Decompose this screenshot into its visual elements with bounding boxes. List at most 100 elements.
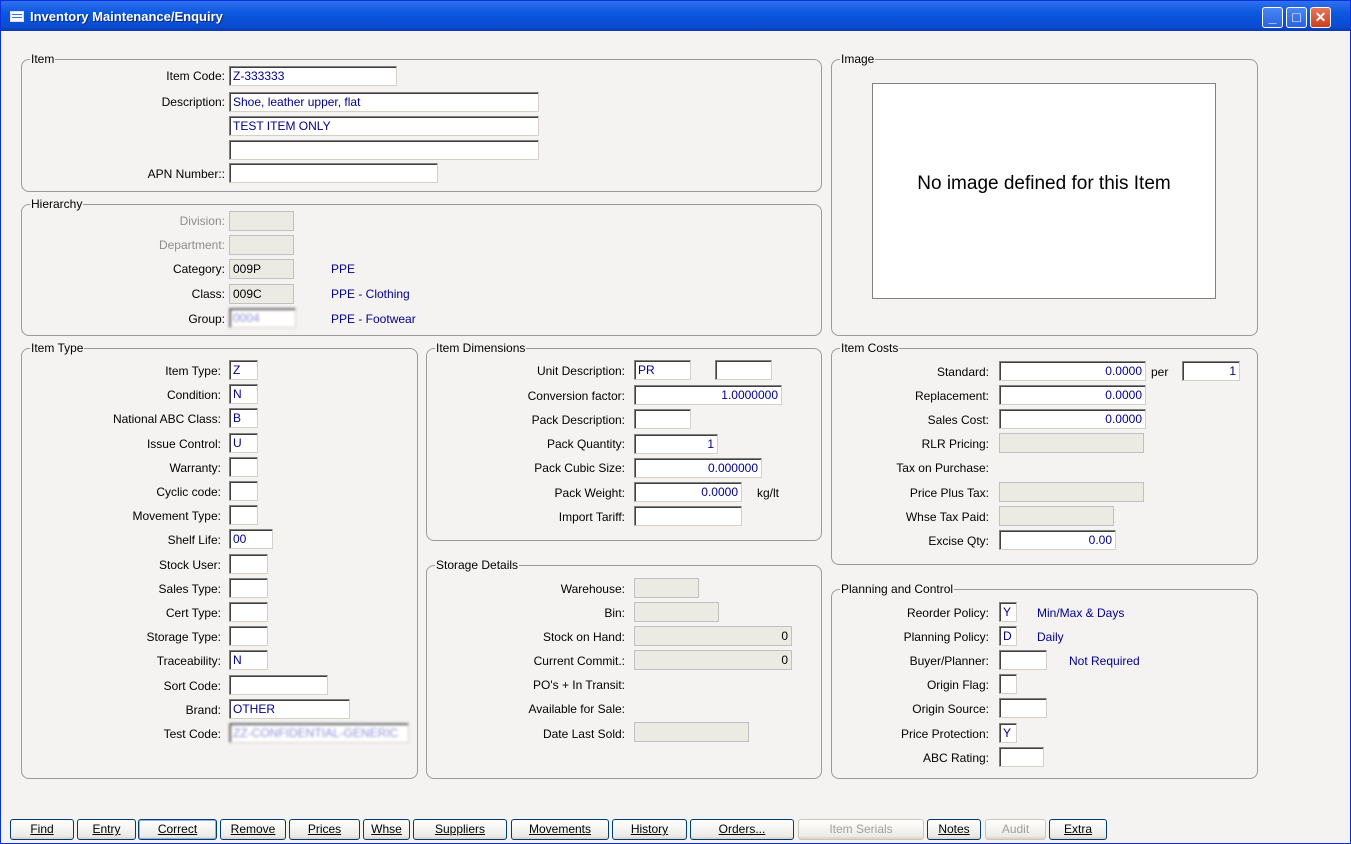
unit-description-label: Unit Description: bbox=[536, 364, 625, 378]
unit-description-field[interactable]: PR bbox=[634, 360, 691, 380]
item-type-row-field[interactable]: Z bbox=[229, 360, 258, 380]
standard-label: Standard: bbox=[936, 365, 989, 379]
group-field[interactable]: 0004 bbox=[229, 308, 296, 328]
price-plus-tax-label: Price Plus Tax: bbox=[909, 486, 989, 500]
item-type-row-field[interactable] bbox=[229, 577, 268, 598]
item-type-row-field[interactable] bbox=[229, 602, 268, 622]
form-icon bbox=[10, 10, 24, 22]
price-plus-tax-field bbox=[999, 482, 1144, 502]
pack-quantity-label: Pack Quantity: bbox=[546, 437, 625, 451]
item-type-row-field[interactable] bbox=[229, 626, 268, 647]
description-line3-field[interactable] bbox=[229, 140, 539, 160]
item-type-row-field[interactable]: 00 bbox=[229, 529, 273, 550]
import-tariff-field[interactable] bbox=[634, 506, 742, 526]
conversion-factor-field[interactable]: 1.0000000 bbox=[634, 385, 782, 405]
description-line1-field[interactable]: Shoe, leather upper, flat bbox=[229, 92, 539, 112]
item-image-area[interactable]: No image defined for this Item bbox=[872, 83, 1216, 299]
item-type-row-label: Issue Control: bbox=[146, 436, 221, 451]
origin-flag-label: Origin Flag: bbox=[926, 678, 989, 692]
orders-button[interactable]: Orders... bbox=[690, 819, 794, 840]
item-type-row-field[interactable]: N bbox=[229, 384, 258, 405]
item-type-row-field[interactable]: B bbox=[229, 408, 258, 429]
pack-weight-label: Pack Weight: bbox=[554, 486, 625, 500]
apn-field[interactable] bbox=[229, 163, 438, 183]
image-legend: Image bbox=[840, 52, 876, 66]
item-code-field[interactable]: Z-333333 bbox=[229, 66, 397, 86]
group-description: PPE - Footwear bbox=[331, 312, 416, 326]
origin-flag-field[interactable] bbox=[999, 674, 1017, 694]
maximize-button[interactable]: □ bbox=[1286, 7, 1307, 28]
remove-button[interactable]: Remove bbox=[220, 819, 286, 840]
item-type-row-field[interactable] bbox=[229, 553, 268, 574]
pack-quantity-field[interactable]: 1 bbox=[634, 434, 718, 454]
pack-description-field[interactable] bbox=[634, 409, 691, 429]
pack-weight-field[interactable]: 0.0000 bbox=[634, 482, 742, 502]
item-type-row-field[interactable] bbox=[229, 456, 258, 477]
item-type-legend: Item Type bbox=[30, 341, 85, 355]
item-type-row-field[interactable]: U bbox=[229, 432, 258, 453]
extra-button[interactable]: Extra bbox=[1049, 819, 1107, 840]
date-last-sold-label: Date Last Sold: bbox=[542, 727, 625, 741]
description-line2-field[interactable]: TEST ITEM ONLY bbox=[229, 116, 539, 136]
item-type-row-label: Storage Type: bbox=[146, 630, 222, 645]
close-icon: ✕ bbox=[1314, 9, 1327, 25]
movements-button[interactable]: Movements bbox=[511, 819, 609, 840]
department-field bbox=[229, 235, 294, 255]
replacement-cost-field[interactable]: 0.0000 bbox=[999, 385, 1146, 405]
excise-qty-field[interactable]: 0.00 bbox=[999, 530, 1116, 550]
bin-field bbox=[634, 602, 719, 622]
unit-description-field-2[interactable] bbox=[715, 360, 772, 380]
per-quantity-field[interactable]: 1 bbox=[1182, 361, 1240, 381]
whse-button[interactable]: Whse bbox=[363, 819, 410, 840]
minimize-button[interactable]: _ bbox=[1262, 7, 1283, 28]
storage-legend: Storage Details bbox=[435, 558, 520, 572]
department-label: Department: bbox=[158, 238, 225, 252]
item-type-row-field[interactable] bbox=[229, 505, 258, 526]
sales-cost-field[interactable]: 0.0000 bbox=[999, 409, 1146, 429]
excise-qty-label: Excise Qty: bbox=[928, 534, 989, 548]
item-type-row-field[interactable] bbox=[229, 481, 258, 501]
suppliers-button[interactable]: Suppliers bbox=[413, 819, 507, 840]
stock-on-hand-label: Stock on Hand: bbox=[542, 630, 625, 644]
audit-button: Audit bbox=[985, 819, 1046, 840]
entry-button[interactable]: Entry bbox=[77, 819, 136, 840]
sales-cost-label: Sales Cost: bbox=[927, 413, 989, 427]
hierarchy-legend: Hierarchy bbox=[30, 197, 84, 211]
item-type-row-label: Stock User: bbox=[158, 557, 221, 572]
planning-policy-field[interactable]: D bbox=[999, 626, 1017, 646]
history-button[interactable]: History bbox=[612, 819, 687, 840]
planning-legend: Planning and Control bbox=[840, 582, 955, 596]
correct-button[interactable]: Correct bbox=[138, 819, 217, 840]
bin-label: Bin: bbox=[604, 606, 625, 620]
prices-button[interactable]: Prices bbox=[289, 819, 360, 840]
close-button[interactable]: ✕ bbox=[1310, 7, 1331, 28]
item-type-row-label: Shelf Life: bbox=[167, 533, 221, 548]
reorder-policy-field[interactable]: Y bbox=[999, 602, 1017, 622]
item-type-row-label: Sort Code: bbox=[163, 678, 221, 693]
whse-tax-paid-field bbox=[999, 506, 1114, 526]
origin-source-field[interactable] bbox=[999, 698, 1047, 718]
standard-cost-field[interactable]: 0.0000 bbox=[999, 361, 1146, 381]
title-bar[interactable]: Inventory Maintenance/Enquiry _ □ ✕ bbox=[1, 1, 1350, 31]
pack-cubic-size-field[interactable]: 0.000000 bbox=[634, 458, 762, 478]
pack-cubic-size-label: Pack Cubic Size: bbox=[534, 461, 625, 475]
replacement-label: Replacement: bbox=[914, 389, 989, 403]
buyer-planner-field[interactable] bbox=[999, 650, 1047, 670]
current-commit-field: 0 bbox=[634, 650, 792, 670]
buyer-planner-description: Not Required bbox=[1069, 654, 1140, 668]
price-protection-field[interactable]: Y bbox=[999, 723, 1017, 743]
price-protection-label: Price Protection: bbox=[900, 727, 989, 741]
find-button[interactable]: Find bbox=[10, 819, 74, 840]
tax-on-purchase-label: Tax on Purchase: bbox=[896, 461, 989, 475]
item-type-row-label: Cyclic code: bbox=[156, 485, 221, 499]
item-type-row-field[interactable]: ZZ-CONFIDENTIAL-GENERIC bbox=[229, 723, 409, 743]
item-type-row-label: Condition: bbox=[166, 388, 221, 403]
item-type-row-field[interactable]: N bbox=[229, 650, 268, 671]
item-type-row-field[interactable] bbox=[229, 674, 328, 695]
apn-label: APN Number:: bbox=[147, 167, 225, 181]
abc-rating-field[interactable] bbox=[999, 747, 1044, 767]
item-type-row-label: Test Code: bbox=[163, 727, 221, 741]
notes-button[interactable]: Notes bbox=[927, 819, 981, 840]
rlr-pricing-label: RLR Pricing: bbox=[921, 437, 989, 451]
item-type-row-field[interactable]: OTHER bbox=[229, 698, 350, 719]
